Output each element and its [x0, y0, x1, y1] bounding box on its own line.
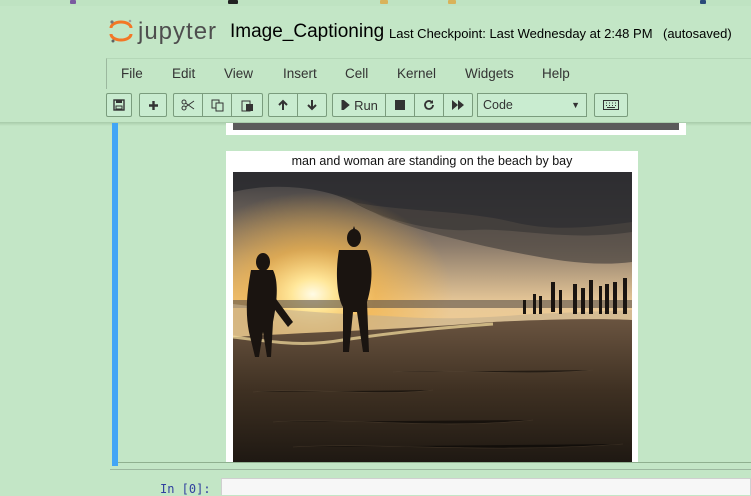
run-button[interactable]: Run [332, 93, 386, 117]
paste-icon [241, 100, 253, 111]
insert-cell-button[interactable] [139, 93, 167, 117]
caret-down-icon: ▼ [571, 100, 580, 110]
menu-file[interactable]: File [121, 66, 143, 81]
move-down-button[interactable] [297, 93, 327, 117]
jupyter-logo-icon [109, 19, 133, 43]
next-code-cell-input[interactable] [221, 478, 751, 495]
cell-type-value: Code [483, 98, 513, 112]
menu-cell[interactable]: Cell [345, 66, 368, 81]
paste-button[interactable] [231, 93, 263, 117]
menu-kernel[interactable]: Kernel [397, 66, 436, 81]
interrupt-button[interactable] [385, 93, 415, 117]
command-palette-button[interactable] [594, 93, 628, 117]
cell-type-select[interactable]: Code ▼ [477, 93, 587, 117]
output-caption: man and woman are standing on the beach … [291, 154, 573, 168]
toolbar: Run Code ▼ [0, 90, 751, 122]
notebook-title[interactable]: Image_Captioning [230, 21, 384, 43]
menu-widgets[interactable]: Widgets [465, 66, 514, 81]
save-button[interactable] [106, 93, 132, 117]
menubar: File Edit View Insert Cell Kernel Widget… [106, 58, 751, 89]
cell-separator [110, 469, 751, 470]
cut-icon [181, 99, 195, 111]
menu-edit[interactable]: Edit [172, 66, 195, 81]
keyboard-icon [603, 100, 619, 110]
arrow-down-icon [307, 100, 317, 111]
checkpoint-status: Last Checkpoint: Last Wednesday at 2:48 … [389, 26, 653, 41]
plus-icon [148, 100, 158, 110]
stop-icon [395, 100, 405, 110]
menu-help[interactable]: Help [542, 66, 570, 81]
autosave-status: (autosaved) [663, 26, 732, 41]
cell-output: man and woman are standing on the beach … [226, 151, 638, 463]
fast-forward-icon [451, 100, 464, 110]
run-label: Run [354, 97, 378, 113]
restart-run-all-button[interactable] [443, 93, 473, 117]
run-icon [341, 100, 350, 110]
save-icon [113, 99, 125, 111]
cut-button[interactable] [173, 93, 203, 117]
arrow-up-icon [278, 99, 288, 110]
copy-button[interactable] [202, 93, 232, 117]
beach-sunset-photo [233, 172, 632, 463]
restart-button[interactable] [414, 93, 444, 117]
input-prompt: In [0]: [160, 482, 211, 496]
notebook-header: jupyter Image_Captioning Last Checkpoint… [0, 6, 751, 56]
menu-insert[interactable]: Insert [283, 66, 317, 81]
menu-view[interactable]: View [224, 66, 253, 81]
copy-icon [211, 99, 223, 111]
move-up-button[interactable] [268, 93, 298, 117]
restart-icon [424, 100, 434, 110]
previous-output-image [226, 123, 686, 135]
jupyter-logo-text[interactable]: jupyter [138, 18, 217, 46]
cell-bottom-border [118, 462, 751, 463]
